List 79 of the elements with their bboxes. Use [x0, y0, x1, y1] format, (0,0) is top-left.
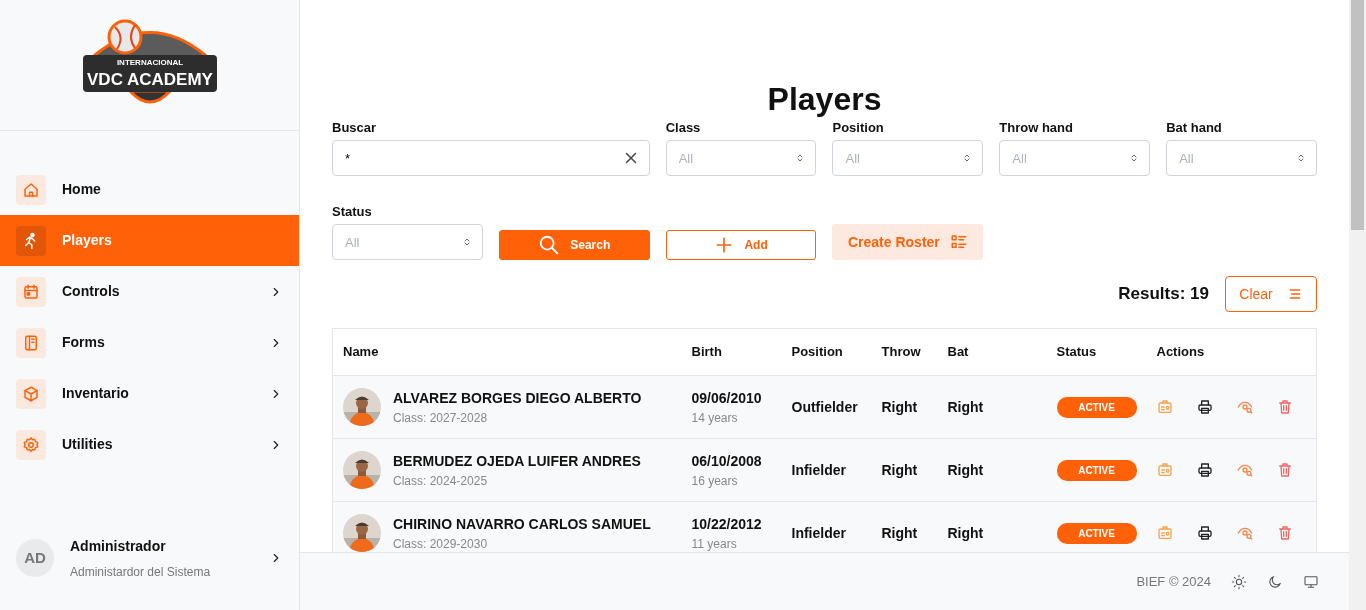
- age: 16 years: [691, 472, 739, 490]
- eye-search-icon[interactable]: [1236, 525, 1253, 541]
- id-card-icon[interactable]: [1156, 399, 1173, 415]
- eye-search-icon[interactable]: [1236, 399, 1253, 415]
- eye-search-icon[interactable]: [1236, 462, 1253, 478]
- column-header: Name: [332, 328, 682, 376]
- results-count: Results: 19: [1118, 283, 1209, 306]
- home-icon: [22, 180, 40, 199]
- player-name: BERMUDEZ OJEDA LUIFER ANDRES: [393, 452, 641, 469]
- column-header: Throw: [871, 328, 938, 376]
- birth-date: 10/22/2012: [691, 514, 763, 534]
- table-cell: Right: [881, 398, 918, 415]
- trash-icon[interactable]: [1276, 399, 1293, 415]
- column-header: Status: [1046, 328, 1147, 376]
- select-field[interactable]: All: [1166, 140, 1317, 176]
- trash-icon[interactable]: [1276, 525, 1293, 541]
- id-card-icon[interactable]: [1156, 462, 1173, 478]
- monitor-icon[interactable]: [1303, 573, 1319, 590]
- player-class: Class: 2029-2030: [393, 535, 489, 552]
- table-cell: Right: [947, 398, 984, 415]
- age: 11 years: [691, 535, 738, 552]
- table-cell: Right: [881, 524, 918, 541]
- table-cell: Right: [947, 524, 984, 541]
- table-cell: Right: [881, 461, 918, 478]
- status-badge: ACTIVE: [1056, 523, 1137, 544]
- user-role: Administardor del Sistema: [70, 563, 212, 581]
- printer-icon[interactable]: [1196, 525, 1213, 541]
- scrollbar-thumb[interactable]: [1351, 0, 1364, 230]
- select-field[interactable]: All: [999, 140, 1151, 176]
- select-field[interactable]: All: [665, 140, 817, 176]
- column-header: Position: [781, 328, 872, 376]
- box-icon: [22, 384, 40, 403]
- sidebar-item[interactable]: Inventario: [0, 368, 299, 419]
- page-title: Players: [766, 80, 883, 119]
- sidebar-item[interactable]: Forms: [0, 317, 299, 368]
- logo: INTERNACIONAL VDC ACADEMY: [79, 15, 220, 115]
- field-label: Position: [832, 120, 885, 136]
- field-label: Buscar: [332, 120, 378, 136]
- table-cell: Infielder: [791, 461, 846, 478]
- user-name: Administrador: [70, 536, 167, 556]
- field-label: Class: [665, 120, 702, 136]
- sun-icon[interactable]: [1231, 573, 1247, 590]
- copyright-text: BIEF © 2024: [1136, 572, 1211, 591]
- status-badge: ACTIVE: [1056, 460, 1137, 481]
- table-cell: Infielder: [791, 524, 846, 541]
- player-name: ALVAREZ BORGES DIEGO ALBERTO: [393, 389, 642, 406]
- select-field[interactable]: All: [832, 140, 984, 176]
- column-header: Bat: [937, 328, 1047, 376]
- notebook-icon: [22, 333, 40, 352]
- player-class: Class: 2027-2028: [393, 409, 489, 427]
- search-field[interactable]: *: [332, 140, 650, 176]
- scrollbar[interactable]: [1349, 0, 1366, 610]
- field-label: Bat hand: [1166, 120, 1223, 136]
- list-icon: [949, 233, 968, 251]
- birth-date: 06/10/2008: [691, 451, 763, 471]
- column-header: Birth: [681, 328, 782, 376]
- birth-date: 09/06/2010: [691, 388, 763, 408]
- avatar: AD: [16, 539, 54, 577]
- trash-icon[interactable]: [1276, 462, 1293, 478]
- table-cell: Outfielder: [791, 398, 858, 415]
- status-badge: ACTIVE: [1056, 397, 1137, 418]
- player-name: CHIRINO NAVARRO CARLOS SAMUEL: [393, 515, 651, 532]
- player-class: Class: 2024-2025: [393, 472, 489, 490]
- printer-icon[interactable]: [1196, 462, 1213, 478]
- search-icon: [538, 234, 561, 256]
- age: 14 years: [691, 409, 739, 427]
- sidebar-item[interactable]: Controls: [0, 266, 299, 317]
- table-cell: Right: [947, 461, 984, 478]
- moon-icon[interactable]: [1267, 573, 1283, 590]
- sidebar-item[interactable]: Utilities: [0, 419, 299, 470]
- sidebar-item[interactable]: Home: [0, 164, 299, 215]
- field-label: Throw hand: [999, 120, 1074, 136]
- printer-icon[interactable]: [1196, 399, 1213, 415]
- gear-icon: [22, 435, 40, 454]
- id-card-icon[interactable]: [1156, 525, 1173, 541]
- select-field[interactable]: All: [332, 224, 483, 260]
- column-header: Actions: [1146, 328, 1317, 376]
- field-label: Status: [332, 204, 373, 220]
- calendar-icon: [22, 282, 40, 301]
